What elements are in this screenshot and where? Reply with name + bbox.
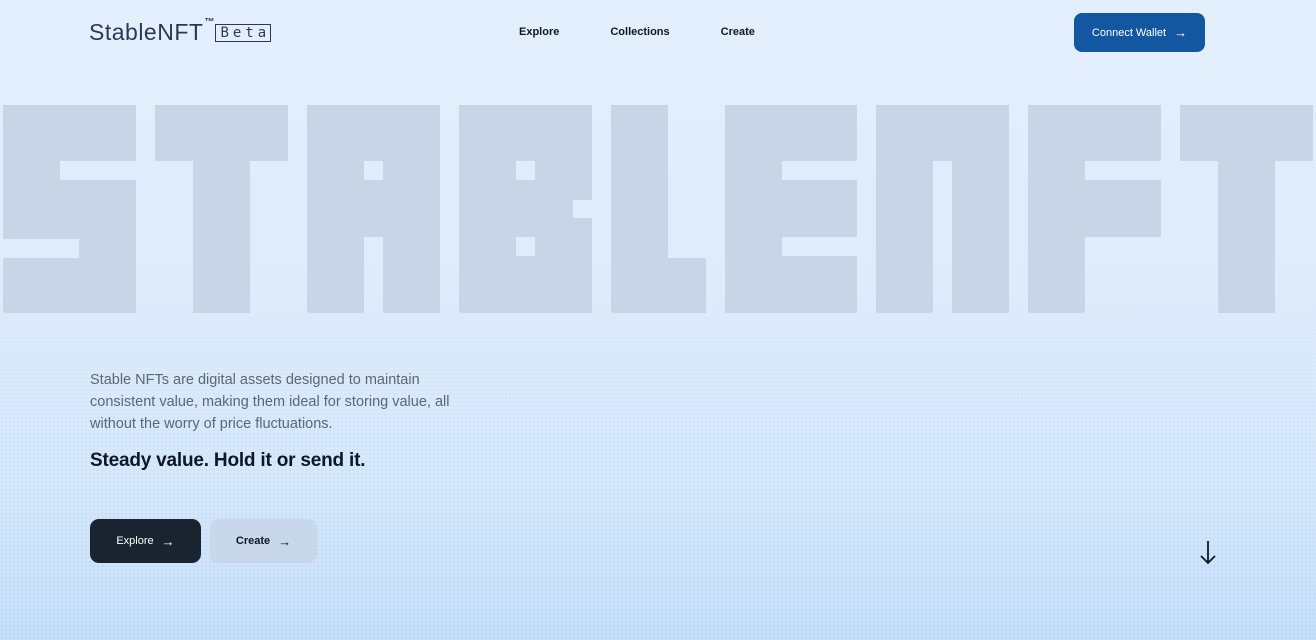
site-header: StableNFT ™ Beta Explore Collections Cre… xyxy=(0,0,1316,64)
create-button[interactable]: Create → xyxy=(210,519,317,563)
hero-big-title xyxy=(0,103,1316,315)
logo-text: StableNFT xyxy=(89,19,204,45)
beta-badge: Beta xyxy=(215,24,272,42)
logo[interactable]: StableNFT ™ Beta xyxy=(89,17,272,46)
nav-link-collections[interactable]: Collections xyxy=(610,25,669,39)
big-title-graphic xyxy=(3,105,1313,313)
nav-link-create[interactable]: Create xyxy=(721,25,755,39)
connect-wallet-button[interactable]: Connect Wallet → xyxy=(1074,13,1205,52)
explore-button-label: Explore xyxy=(116,535,154,547)
arrow-down-icon[interactable] xyxy=(1198,540,1218,566)
hero-tagline: Steady value. Hold it or send it. xyxy=(90,450,366,471)
arrow-right-icon: → xyxy=(1174,25,1188,40)
arrow-right-icon: → xyxy=(161,533,175,549)
trademark-symbol: ™ xyxy=(204,17,215,28)
nav-link-explore[interactable]: Explore xyxy=(519,25,559,39)
create-button-label: Create xyxy=(235,535,271,547)
connect-wallet-label: Connect Wallet xyxy=(1091,26,1167,39)
explore-button[interactable]: Explore → xyxy=(90,519,201,563)
big-title-letters xyxy=(3,105,1313,313)
hero-description: Stable NFTs are digital assets designed … xyxy=(90,372,450,432)
arrow-right-icon: → xyxy=(278,533,292,549)
main-nav: Explore Collections Create xyxy=(519,25,806,39)
